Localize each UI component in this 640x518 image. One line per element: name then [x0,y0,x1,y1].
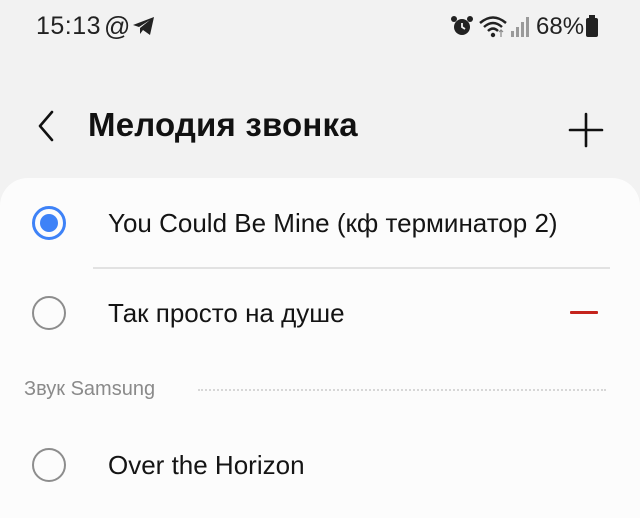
ringtone-item[interactable]: You Could Be Mine (кф терминатор 2) [0,178,640,269]
alarm-icon [451,16,473,35]
ringtone-item[interactable]: Over the Horizon [0,420,640,510]
battery-icon [586,15,598,37]
ringtone-item[interactable]: Так просто на душе [0,268,640,358]
signal-icon [511,17,529,37]
wifi-icon [479,16,507,38]
add-ringtone-button[interactable] [560,104,612,156]
ringtone-label: You Could Be Mine (кф терминатор 2) [108,208,558,238]
radio-unselected[interactable] [32,448,66,482]
status-time: 15:13 [36,12,102,40]
plus-icon [568,112,604,148]
page-title: Мелодия звонка [88,106,358,143]
telegram-icon [133,17,154,35]
remove-ringtone-button[interactable] [560,293,600,333]
ringtone-label: Over the Horizon [108,450,305,480]
ringtone-label: Так просто на душе [108,298,345,328]
radio-unselected[interactable] [32,296,66,330]
back-button[interactable] [24,104,68,148]
minus-icon [570,311,598,314]
section-label: Звук Samsung [24,378,156,400]
battery-percent: 68% [536,13,585,40]
radio-selected[interactable] [32,206,66,240]
at-icon: @ [104,11,131,41]
chevron-left-icon [38,110,54,142]
section-header: Звук Samsung [0,368,640,408]
section-divider [198,389,606,391]
status-bar: 15:13 @ 68% [0,0,640,56]
radio-dot [40,214,58,232]
app-header: Мелодия звонка [0,90,640,170]
ringtone-list: You Could Be Mine (кф терминатор 2) Так … [0,178,640,518]
